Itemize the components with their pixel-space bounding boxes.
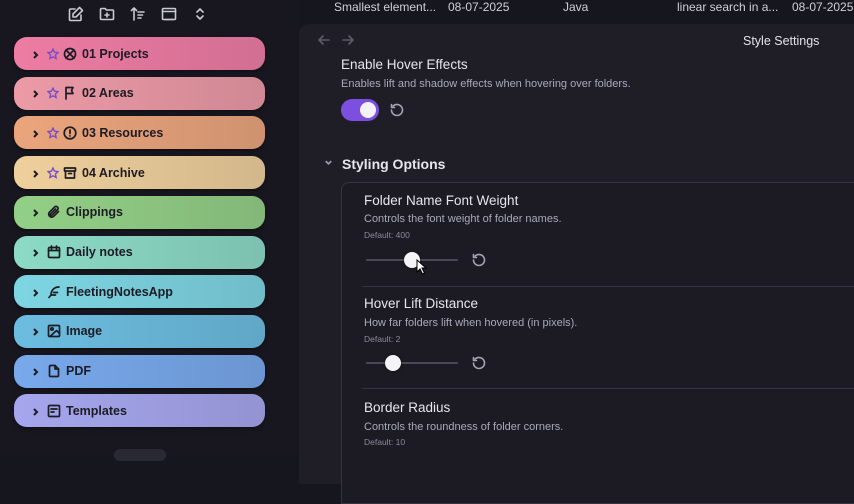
- chevron-down-icon: [323, 155, 334, 173]
- new-folder-icon[interactable]: [97, 4, 117, 24]
- section-title: Styling Options: [342, 156, 446, 172]
- chevron-right-icon[interactable]: [31, 287, 41, 297]
- folder-label: Clippings: [66, 205, 123, 220]
- image-icon: [47, 324, 61, 338]
- reset-icon[interactable]: [471, 252, 487, 268]
- folder-label: 04 Archive: [82, 165, 145, 180]
- folder-label: 02 Areas: [82, 86, 134, 101]
- forward-arrow-icon[interactable]: [341, 33, 355, 47]
- border-radius-default: Default: 10: [364, 437, 406, 447]
- file-language: Java: [563, 0, 589, 14]
- modal-title: Style Settings: [743, 34, 820, 48]
- divider: [362, 286, 854, 287]
- reset-icon[interactable]: [471, 355, 487, 371]
- file-date: 08-07-2025: [792, 0, 854, 14]
- projects-icon: [63, 47, 77, 61]
- folder-item[interactable]: Clippings: [14, 195, 265, 229]
- chevron-right-icon[interactable]: [31, 247, 41, 257]
- folder-label: 01 Projects: [82, 46, 149, 61]
- template-icon: [47, 404, 61, 418]
- folder-item[interactable]: FleetingNotesApp: [14, 275, 265, 309]
- lift-distance-description: How far folders lift when hovered (in pi…: [364, 317, 578, 329]
- chevron-right-icon[interactable]: [31, 128, 41, 138]
- collapse-icon[interactable]: [159, 4, 179, 24]
- explorer-toolbar: [66, 4, 210, 24]
- lift-distance-title: Hover Lift Distance: [364, 296, 479, 311]
- file-name[interactable]: linear search in a...: [677, 0, 778, 14]
- calendar-icon: [47, 245, 61, 259]
- hover-effects-toggle[interactable]: [341, 99, 379, 121]
- folder-item[interactable]: 04 Archive: [14, 156, 265, 190]
- folder-item[interactable]: Daily notes: [14, 235, 265, 269]
- chevron-right-icon[interactable]: [31, 366, 41, 376]
- folder-item[interactable]: 01 Projects: [14, 37, 265, 70]
- back-arrow-icon[interactable]: [317, 33, 331, 47]
- chevron-right-icon[interactable]: [31, 88, 41, 98]
- folder-item[interactable]: 03 Resources: [14, 116, 265, 150]
- font-weight-default: Default: 400: [364, 230, 410, 240]
- folder-item[interactable]: Templates: [14, 394, 265, 428]
- chevron-right-icon[interactable]: [31, 168, 41, 178]
- styling-options-group: [341, 182, 854, 504]
- paperclip-icon: [47, 205, 61, 219]
- new-note-icon[interactable]: [66, 4, 86, 24]
- lift-distance-slider[interactable]: [366, 353, 458, 373]
- file-date: 08-07-2025: [448, 0, 510, 14]
- chevron-right-icon[interactable]: [31, 326, 41, 337]
- folder-label: PDF: [66, 364, 91, 379]
- font-weight-title: Folder Name Font Weight: [364, 193, 519, 208]
- folder-label: Image: [66, 324, 103, 339]
- file-explorer-sidebar: 01 Projects 02 Areas 03 Resources 04 Archiv…: [0, 0, 298, 461]
- alert-circle-icon: [63, 126, 77, 140]
- reset-icon[interactable]: [389, 102, 405, 118]
- sort-icon[interactable]: [128, 4, 148, 24]
- folder-label: 03 Resources: [82, 125, 164, 140]
- flag-icon: [63, 86, 77, 101]
- file-name[interactable]: Smallest element...: [334, 0, 436, 14]
- expand-collapse-icon[interactable]: [190, 4, 210, 24]
- bottom-handle[interactable]: [114, 449, 166, 461]
- style-settings-modal: Style Settings Enable Hover Effects Enab…: [299, 24, 854, 504]
- star-icon: [46, 165, 60, 179]
- folder-label: Templates: [66, 403, 127, 418]
- archive-icon: [63, 166, 77, 180]
- hover-effects-description: Enables lift and shadow effects when hov…: [341, 78, 631, 90]
- toggle-knob: [360, 102, 376, 118]
- font-weight-slider[interactable]: [366, 250, 458, 270]
- chevron-right-icon[interactable]: [31, 406, 41, 416]
- mouse-cursor-icon: [416, 259, 428, 275]
- file-list-strip: Smallest element... 08-07-2025 Java line…: [298, 0, 854, 18]
- slider-track: [366, 362, 458, 364]
- folder-label: Daily notes: [66, 245, 133, 259]
- chevron-right-icon[interactable]: [31, 207, 41, 218]
- star-icon: [46, 46, 60, 60]
- feather-icon: [47, 285, 61, 299]
- star-icon: [46, 86, 60, 100]
- styling-options-header[interactable]: Styling Options: [323, 155, 445, 173]
- border-radius-description: Controls the roundness of folder corners…: [364, 421, 564, 433]
- folder-item[interactable]: 02 Areas: [14, 76, 265, 110]
- star-icon: [46, 126, 60, 139]
- file-icon: [47, 364, 61, 378]
- folder-item[interactable]: PDF: [14, 354, 265, 388]
- border-radius-title: Border Radius: [364, 400, 451, 415]
- hover-effects-title: Enable Hover Effects: [341, 57, 468, 72]
- divider: [362, 388, 854, 389]
- chevron-right-icon[interactable]: [31, 49, 41, 59]
- folder-item[interactable]: Image: [14, 314, 265, 348]
- slider-thumb[interactable]: [385, 355, 401, 371]
- folder-label: FleetingNotesApp: [66, 284, 173, 299]
- font-weight-description: Controls the font weight of folder names…: [364, 213, 562, 225]
- lift-distance-default: Default: 2: [364, 334, 401, 344]
